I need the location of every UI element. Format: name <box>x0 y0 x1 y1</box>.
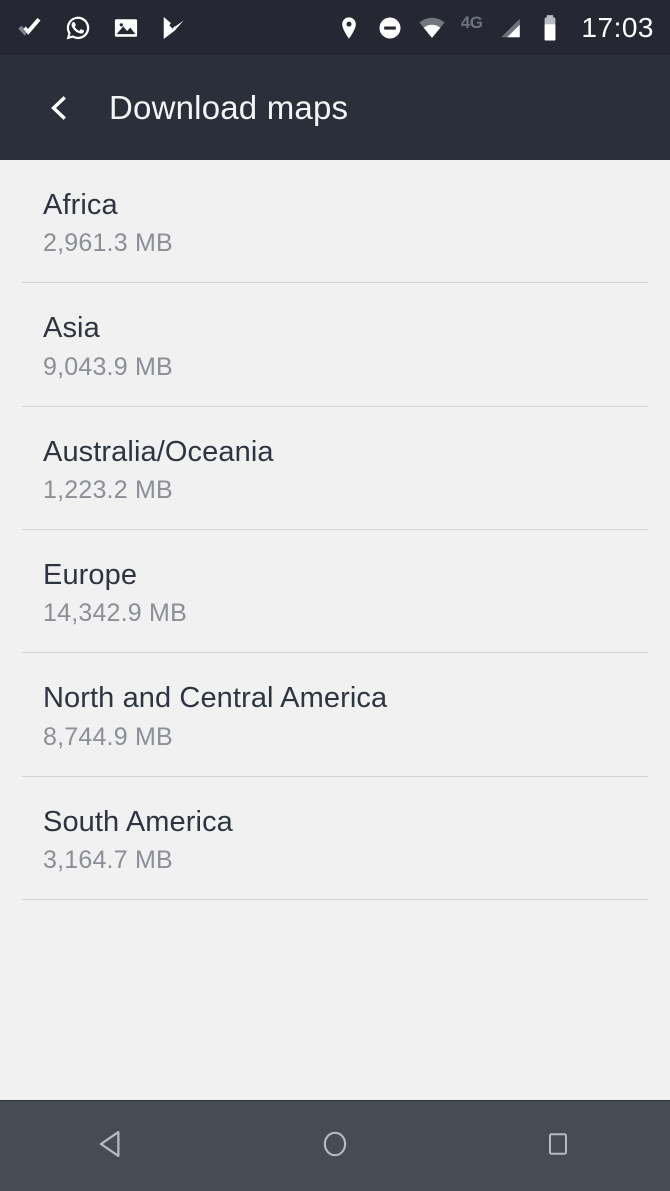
page-title: Download maps <box>109 88 349 126</box>
phone-screen: 4G 17:03 Download maps Africa 2,961.3 MB… <box>0 0 670 1191</box>
region-size: 3,164.7 MB <box>43 845 173 874</box>
do-not-disturb-icon <box>377 15 403 41</box>
region-name: South America <box>43 805 233 838</box>
gallery-image-icon <box>112 14 140 42</box>
region-name: Asia <box>43 312 100 345</box>
list-item[interactable]: Europe 14,342.9 MB <box>0 530 670 654</box>
back-chevron-icon[interactable] <box>42 91 76 125</box>
network-type-label: 4G <box>460 13 483 32</box>
list-divider <box>22 898 648 900</box>
location-pin-icon <box>336 15 362 41</box>
flag-check-icon <box>160 14 188 42</box>
region-name: Australia/Oceania <box>43 435 274 468</box>
square-recents-icon <box>543 1129 573 1164</box>
region-size: 1,223.2 MB <box>43 475 173 504</box>
status-bar-clock: 17:03 <box>581 11 654 43</box>
cellular-signal-icon <box>497 15 523 41</box>
wifi-icon <box>418 14 446 42</box>
android-navigation-bar <box>0 1100 670 1191</box>
list-item[interactable]: North and Central America 8,744.9 MB <box>0 653 670 777</box>
whatsapp-icon <box>64 14 92 42</box>
app-bar: Download maps <box>0 55 670 160</box>
list-item[interactable]: Africa 2,961.3 MB <box>0 160 670 284</box>
nav-back-button[interactable] <box>52 1101 172 1191</box>
region-size: 9,043.9 MB <box>43 352 173 381</box>
circle-home-icon <box>319 1128 351 1165</box>
region-name: Africa <box>43 189 118 221</box>
list-item[interactable]: South America 3,164.7 MB <box>0 777 670 900</box>
checkmark-icon <box>16 14 44 42</box>
nav-home-button[interactable] <box>275 1101 395 1191</box>
region-name: North and Central America <box>43 682 388 715</box>
region-size: 8,744.9 MB <box>43 722 173 751</box>
region-size: 2,961.3 MB <box>43 229 173 258</box>
list-item[interactable]: Asia 9,043.9 MB <box>0 283 670 407</box>
nav-recents-button[interactable] <box>498 1101 618 1191</box>
status-bar-notifications <box>16 14 188 42</box>
download-maps-list: Africa 2,961.3 MB Asia 9,043.9 MB Austra… <box>0 160 670 900</box>
region-size: 14,342.9 MB <box>43 599 187 628</box>
triangle-back-icon <box>95 1127 129 1166</box>
battery-icon <box>538 14 562 42</box>
region-name: Europe <box>43 558 138 591</box>
status-bar: 4G 17:03 <box>0 0 670 55</box>
list-item[interactable]: Australia/Oceania 1,223.2 MB <box>0 407 670 530</box>
status-bar-system-icons: 4G 17:03 <box>336 11 654 43</box>
